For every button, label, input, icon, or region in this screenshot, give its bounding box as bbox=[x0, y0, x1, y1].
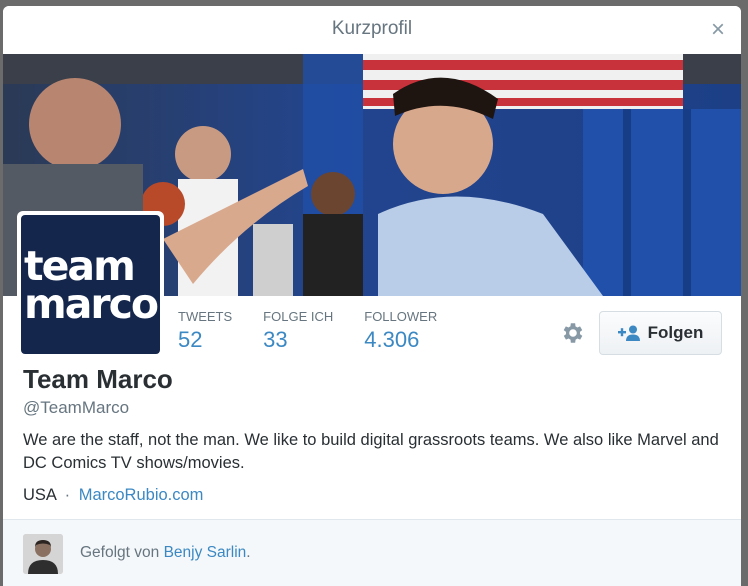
profile-bio: We are the staff, not the man. We like t… bbox=[23, 431, 719, 472]
profile-handle[interactable]: @TeamMarco bbox=[23, 398, 129, 418]
followed-by-footer: Gefolgt von Benjy Sarlin. bbox=[3, 519, 741, 586]
follower-avatar[interactable] bbox=[23, 534, 63, 574]
profile-website-link[interactable]: MarcoRubio.com bbox=[79, 486, 204, 504]
modal-title: Kurzprofil bbox=[331, 18, 413, 39]
modal-header: Kurzprofil × bbox=[3, 6, 741, 54]
stat-following[interactable]: FOLGE ICH 33 bbox=[263, 309, 333, 353]
stat-value: 33 bbox=[263, 327, 288, 352]
profile-stats: TWEETS 52 FOLGE ICH 33 FOLLOWER 4.306 bbox=[178, 309, 467, 353]
followed-by-text: Gefolgt von Benjy Sarlin. bbox=[80, 544, 251, 562]
profile-location: USA bbox=[23, 486, 57, 504]
profile-name[interactable]: Team Marco bbox=[23, 364, 173, 395]
profile-popup: Kurzprofil × team marco TWEETS 52 FOLGE … bbox=[3, 6, 741, 586]
gear-icon[interactable] bbox=[560, 320, 586, 346]
stat-tweets[interactable]: TWEETS 52 bbox=[178, 309, 232, 353]
follower-name-link[interactable]: Benjy Sarlin bbox=[164, 544, 247, 561]
stat-label: FOLLOWER bbox=[364, 309, 438, 324]
close-button[interactable]: × bbox=[711, 16, 725, 44]
stat-followers[interactable]: FOLLOWER 4.306 bbox=[364, 309, 437, 353]
stat-label: TWEETS bbox=[178, 309, 233, 324]
follow-label: Folgen bbox=[647, 323, 704, 342]
followed-by-suffix: . bbox=[246, 544, 251, 561]
add-user-icon bbox=[617, 325, 642, 341]
follow-button[interactable]: Folgen bbox=[599, 311, 722, 355]
logo-line-marco: marco bbox=[24, 279, 159, 328]
separator: · bbox=[64, 486, 71, 504]
logo-line-team: team bbox=[24, 241, 136, 290]
followed-by-prefix: Gefolgt von bbox=[80, 544, 164, 561]
stat-label: FOLGE ICH bbox=[263, 309, 334, 324]
team-marco-logo: team marco bbox=[21, 215, 160, 354]
location-row: USA · MarcoRubio.com bbox=[23, 486, 203, 505]
stat-value: 4.306 bbox=[364, 327, 420, 352]
stat-value: 52 bbox=[178, 327, 203, 352]
profile-avatar[interactable]: team marco bbox=[17, 211, 164, 358]
